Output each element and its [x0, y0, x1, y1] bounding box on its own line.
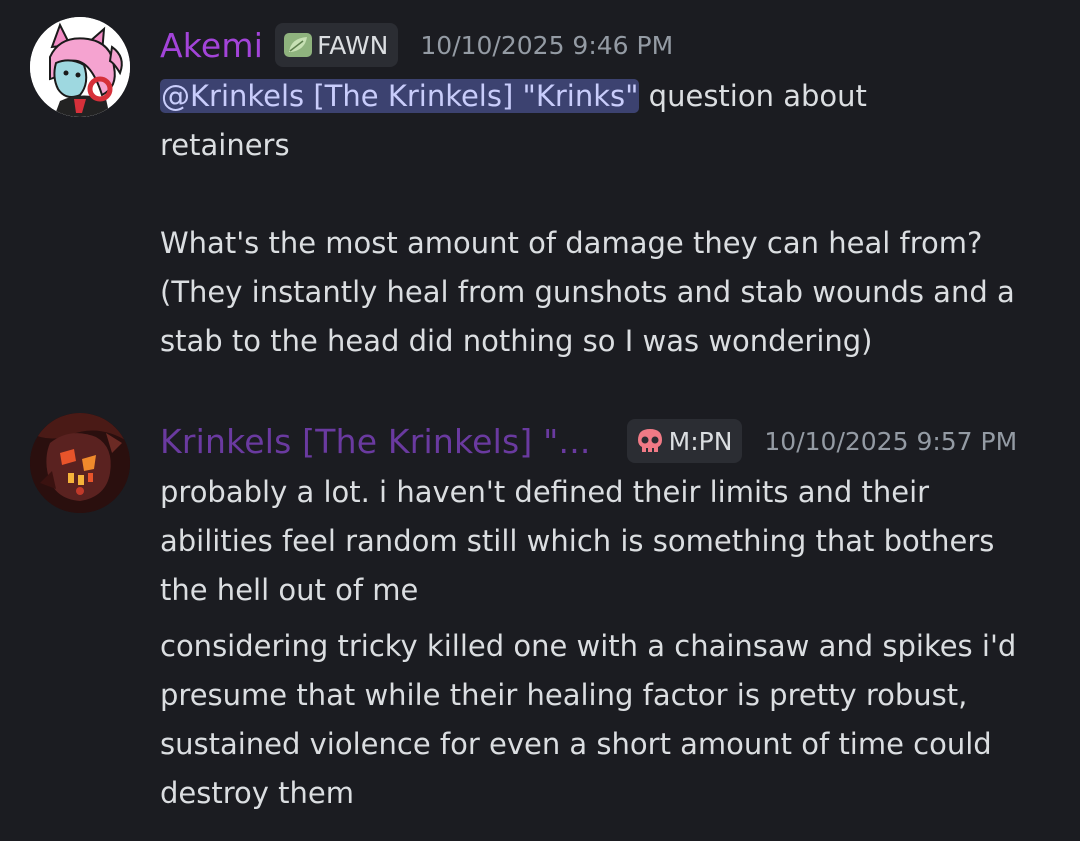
message-line: What's the most amount of damage they ca…: [160, 226, 983, 260]
message-content: probably a lot. i haven't defined their …: [160, 468, 1060, 615]
role-tag[interactable]: FAWN: [275, 23, 399, 67]
message-line: @Krinkels [The Krinkels] "Krinks" questi…: [160, 72, 1060, 121]
message-header: Akemi FAWN 10/10/2025 9:46 PM: [160, 20, 673, 70]
message-line: (They instantly heal from gunshots and s…: [160, 275, 1015, 309]
message-header: Krinkels [The Krinkels] "... M:PN 10/10/…: [160, 416, 1017, 466]
username[interactable]: Krinkels [The Krinkels] "...: [160, 422, 591, 461]
role-tag-label: FAWN: [317, 30, 389, 60]
message-line: probably a lot. i haven't defined their …: [160, 475, 930, 509]
message-line: presume that while their healing factor …: [160, 678, 968, 712]
avatar[interactable]: [30, 413, 130, 513]
akemi-avatar-icon: [30, 17, 130, 117]
avatar[interactable]: [30, 17, 130, 117]
role-tag[interactable]: M:PN: [626, 419, 743, 463]
message-line: considering tricky killed one with a cha…: [160, 629, 1017, 663]
role-tag-label: M:PN: [668, 426, 733, 456]
message-krinkels: Krinkels [The Krinkels] "... M:PN 10/10/…: [0, 400, 1080, 841]
message-line: stab to the head did nothing so I was wo…: [160, 324, 873, 358]
message-akemi: Akemi FAWN 10/10/2025 9:46 PM @Krinkels …: [0, 0, 1080, 380]
timestamp[interactable]: 10/10/2025 9:57 PM: [764, 427, 1017, 456]
leaf-icon: [283, 32, 313, 58]
message-line: sustained violence for even a short amou…: [160, 727, 992, 761]
message-text: question about: [639, 79, 867, 113]
skull-icon: [635, 427, 665, 455]
message-line: the hell out of me: [160, 573, 419, 607]
message-content: considering tricky killed one with a cha…: [160, 622, 1060, 818]
username[interactable]: Akemi: [160, 26, 263, 65]
krinkels-avatar-icon: [30, 413, 130, 513]
message-line: retainers: [160, 128, 290, 162]
user-mention[interactable]: @Krinkels [The Krinkels] "Krinks": [160, 79, 640, 113]
message-content: @Krinkels [The Krinkels] "Krinks" questi…: [160, 72, 1060, 366]
timestamp[interactable]: 10/10/2025 9:46 PM: [420, 31, 673, 60]
message-line: abilities feel random still which is som…: [160, 524, 995, 558]
message-line: destroy them: [160, 776, 354, 810]
